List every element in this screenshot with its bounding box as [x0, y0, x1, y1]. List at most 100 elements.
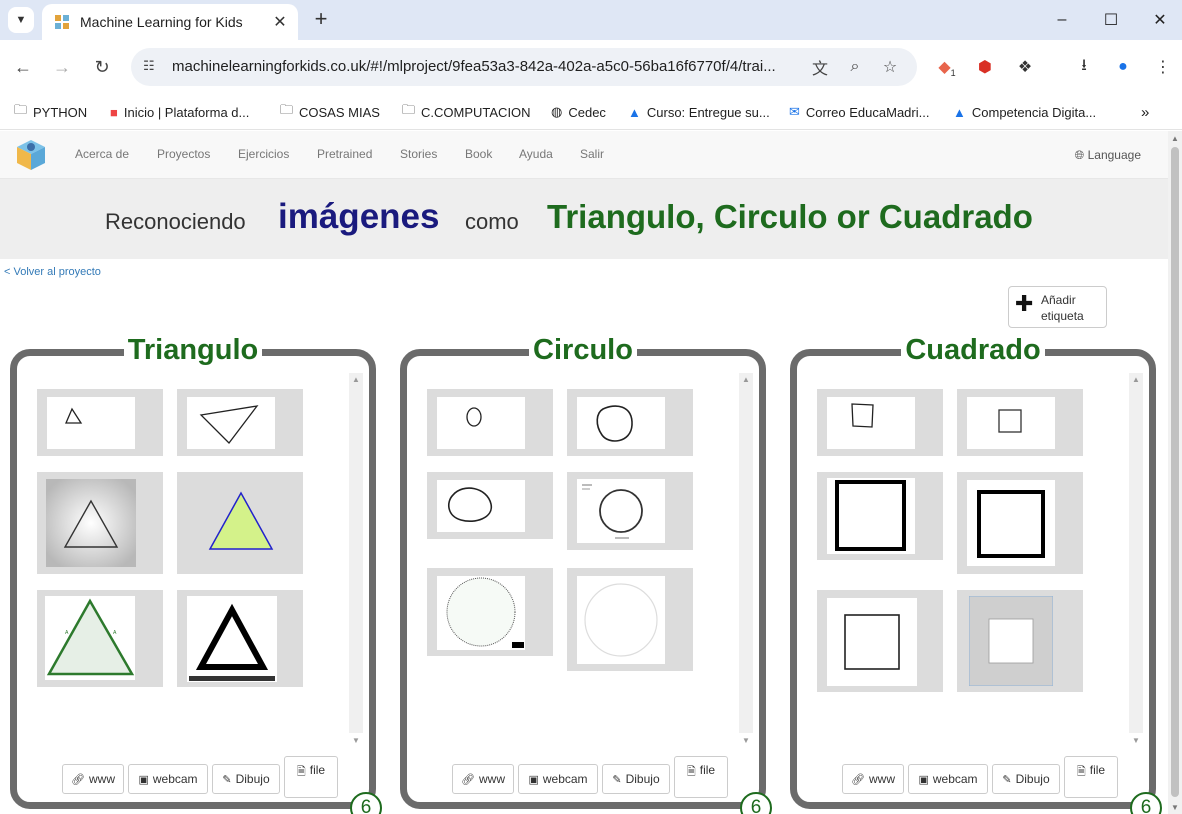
- add-from-www-button[interactable]: 🔗︎ www: [62, 764, 124, 794]
- project-heading: Reconociendo imágenes como Triangulo, Ci…: [0, 179, 1168, 259]
- draw-button[interactable]: ✎ Dibujo: [602, 764, 670, 794]
- mail-icon: ✉: [789, 104, 800, 119]
- site-settings-icon[interactable]: ☷: [143, 58, 161, 76]
- scrollbar-thumb[interactable]: [1171, 147, 1179, 797]
- site-favicon-icon: ■: [110, 104, 118, 120]
- download-icon[interactable]: ⭳: [1071, 54, 1097, 80]
- back-to-project-link[interactable]: < Volver al proyecto: [4, 266, 101, 278]
- nav-projects[interactable]: Proyectos: [157, 147, 210, 161]
- training-image[interactable]: [957, 590, 1083, 692]
- training-image[interactable]: [567, 472, 693, 550]
- camera-icon: ▣: [528, 773, 539, 786]
- add-label-button[interactable]: ✚ Añadir etiqueta: [1008, 286, 1107, 328]
- zoom-icon[interactable]: ⌕: [844, 57, 866, 77]
- training-image[interactable]: [37, 472, 163, 574]
- translate-icon[interactable]: 文: [809, 57, 831, 78]
- browser-toolbar: ← → ↻ ☷ machinelearningforkids.co.uk/#!/…: [0, 40, 1182, 94]
- bookmark-folder[interactable]: 🗀 C.COMPUTACION: [402, 100, 531, 124]
- add-from-webcam-button[interactable]: ▣ webcam: [518, 764, 598, 794]
- training-image[interactable]: [817, 472, 943, 560]
- profile-avatar-icon[interactable]: ●: [1110, 54, 1136, 80]
- nav-book[interactable]: Book: [465, 147, 492, 161]
- www-label: www: [478, 772, 505, 786]
- close-tab-icon[interactable]: ✕: [268, 12, 292, 32]
- file-icon: 🗎︎: [686, 766, 696, 778]
- bucket-scrollbar[interactable]: ▲ ▼: [1129, 373, 1143, 745]
- scroll-down-icon[interactable]: ▼: [1171, 803, 1179, 812]
- graduation-cap-icon: ▲: [628, 104, 641, 120]
- mlforkids-logo[interactable]: [14, 138, 48, 172]
- page-scrollbar[interactable]: ▲ ▼: [1168, 131, 1182, 814]
- add-from-www-button[interactable]: 🔗︎ www: [452, 764, 514, 794]
- bookmark-link[interactable]: ▲ Competencia Digita...: [953, 100, 1096, 124]
- upload-file-button[interactable]: 🗎︎ file: [674, 756, 728, 798]
- training-image[interactable]: [817, 590, 943, 692]
- training-image[interactable]: [957, 472, 1083, 574]
- bookmark-label: Curso: Entregue su...: [646, 104, 770, 120]
- bookmark-label: Inicio | Plataforma d...: [123, 104, 250, 120]
- image-count-badge: 6: [1130, 792, 1162, 814]
- folder-icon: 🗀: [14, 102, 28, 117]
- address-bar[interactable]: ☷ machinelearningforkids.co.uk/#!/mlproj…: [131, 48, 917, 86]
- upload-file-button[interactable]: 🗎︎ file: [1064, 756, 1118, 798]
- bucket-scrollbar[interactable]: ▲ ▼: [739, 373, 753, 745]
- nav-pretrained[interactable]: Pretrained: [317, 147, 372, 161]
- adblock-icon[interactable]: ⬢: [972, 54, 998, 80]
- tab-search-button[interactable]: ▼: [8, 7, 34, 33]
- nav-stories[interactable]: Stories: [400, 147, 437, 161]
- add-from-www-button[interactable]: 🔗︎ www: [842, 764, 904, 794]
- bookmark-star-icon[interactable]: ☆: [879, 57, 901, 77]
- scroll-up-icon[interactable]: ▲: [1171, 134, 1179, 143]
- draw-button[interactable]: ✎ Dibujo: [212, 764, 280, 794]
- bookmark-link[interactable]: ✉ Correo EducaMadri...: [789, 100, 929, 124]
- more-bookmarks-chevron-icon[interactable]: »: [1141, 100, 1149, 124]
- nav-help[interactable]: Ayuda: [519, 147, 553, 161]
- training-image[interactable]: [177, 472, 303, 574]
- back-arrow-icon[interactable]: ←: [9, 53, 37, 81]
- browser-tab[interactable]: Machine Learning for Kids ✕: [42, 4, 298, 40]
- extension-icon[interactable]: ◆ 1: [934, 54, 960, 80]
- training-image[interactable]: [427, 389, 553, 456]
- training-image[interactable]: [567, 389, 693, 456]
- camera-icon: ▣: [918, 773, 929, 786]
- training-image[interactable]: [177, 389, 303, 456]
- bookmark-label: Correo EducaMadri...: [805, 104, 930, 120]
- heading-project-type: imágenes: [278, 197, 440, 236]
- bookmark-link[interactable]: ◍ Cedec: [551, 100, 606, 124]
- label-bucket-cuadrado: Cuadrado ▲ ▼ 🔗︎ www ▣ webcam ✎ Dibujo 🗎︎…: [790, 334, 1162, 814]
- draw-button[interactable]: ✎ Dibujo: [992, 764, 1060, 794]
- forward-arrow-icon[interactable]: →: [48, 53, 76, 81]
- pencil-icon: ✎: [612, 773, 622, 786]
- bookmark-folder[interactable]: 🗀 PYTHON: [14, 100, 87, 124]
- nav-about[interactable]: Acerca de: [75, 147, 129, 161]
- upload-file-button[interactable]: 🗎︎ file: [284, 756, 338, 798]
- training-image[interactable]: [427, 472, 553, 539]
- bookmark-link[interactable]: ■ Inicio | Plataforma d...: [110, 100, 249, 124]
- training-image[interactable]: A A: [37, 590, 163, 687]
- nav-logout[interactable]: Salir: [580, 147, 604, 161]
- url-text[interactable]: machinelearningforkids.co.uk/#!/mlprojec…: [172, 58, 804, 75]
- bookmark-link[interactable]: ▲ Curso: Entregue su...: [628, 100, 770, 124]
- training-image[interactable]: [817, 389, 943, 456]
- new-tab-button[interactable]: +: [308, 6, 334, 32]
- add-from-webcam-button[interactable]: ▣ webcam: [908, 764, 988, 794]
- reload-icon[interactable]: ↻: [88, 53, 116, 81]
- training-image[interactable]: [37, 389, 163, 456]
- link-icon: 🔗︎: [461, 773, 475, 786]
- svg-text:A: A: [113, 630, 117, 636]
- add-from-webcam-button[interactable]: ▣ webcam: [128, 764, 208, 794]
- training-image[interactable]: [957, 389, 1083, 456]
- puzzle-extensions-icon[interactable]: ❖: [1012, 54, 1038, 80]
- close-window-button[interactable]: ✕: [1136, 0, 1182, 40]
- bookmark-label: C.COMPUTACION: [421, 104, 531, 120]
- minimize-button[interactable]: –: [1038, 0, 1086, 40]
- language-selector[interactable]: 🌐︎ Language: [1075, 148, 1141, 163]
- bucket-scrollbar[interactable]: ▲ ▼: [349, 373, 363, 745]
- training-image[interactable]: [567, 568, 693, 671]
- nav-exercises[interactable]: Ejercicios: [238, 147, 289, 161]
- training-image[interactable]: [177, 590, 303, 687]
- training-image[interactable]: [427, 568, 553, 656]
- menu-kebab-icon[interactable]: ⋮: [1150, 54, 1176, 80]
- maximize-button[interactable]: ☐: [1087, 0, 1135, 40]
- bookmark-folder[interactable]: 🗀 COSAS MIAS: [280, 100, 380, 124]
